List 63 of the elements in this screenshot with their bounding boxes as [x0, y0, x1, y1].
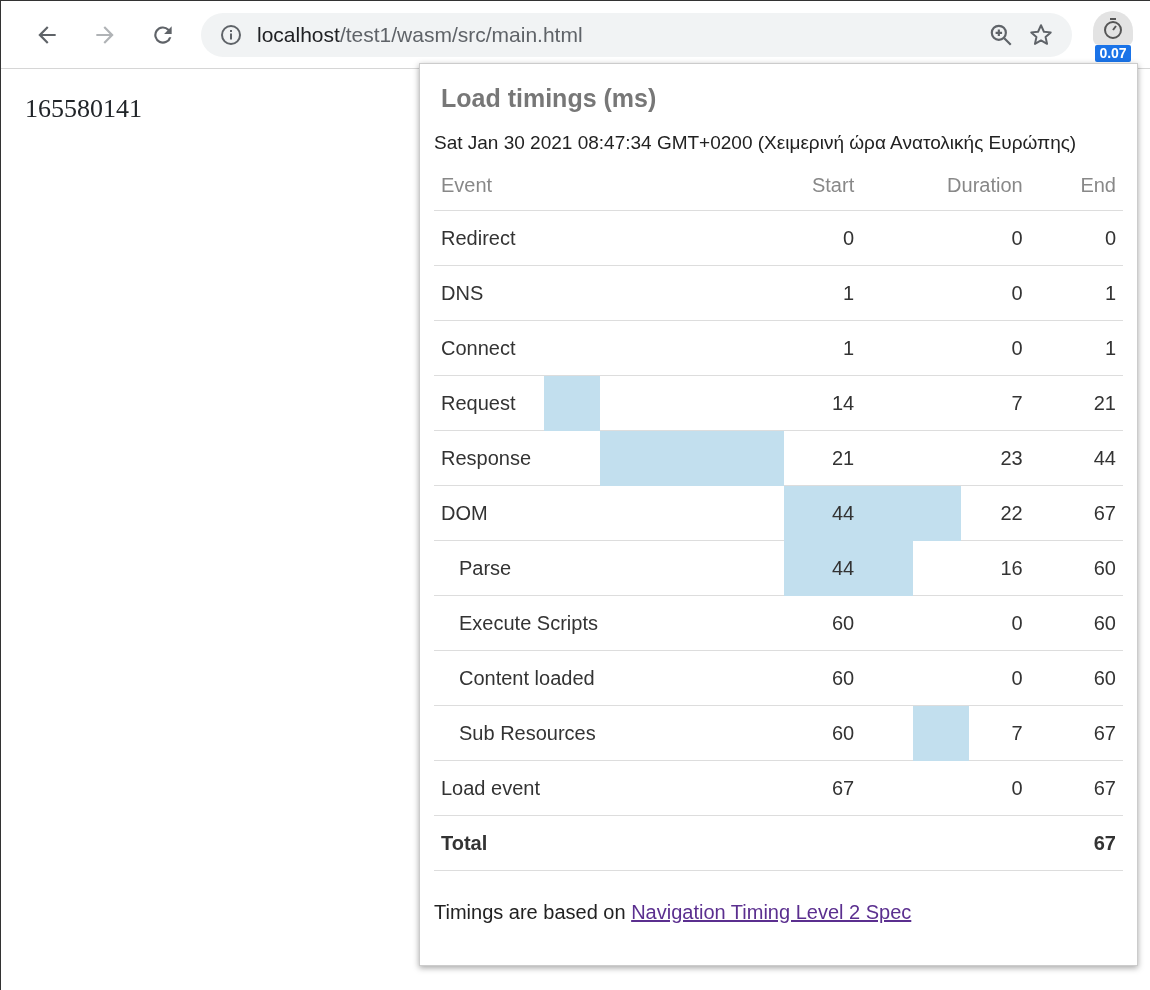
- table-cell: Content loaded: [459, 667, 595, 689]
- table-cell: Sub Resources: [459, 722, 596, 744]
- table-cell: 44: [1093, 447, 1116, 469]
- spec-link[interactable]: Navigation Timing Level 2 Spec: [631, 901, 912, 923]
- table-cell: 44: [831, 557, 855, 579]
- table-cell: 0: [1104, 227, 1116, 249]
- address-bar[interactable]: localhost/test1/wasm/src/main.html: [201, 12, 1072, 57]
- table-cell: 21: [831, 447, 855, 469]
- table-cell: 0: [1011, 337, 1023, 359]
- table-cell: 60: [831, 667, 855, 689]
- table-cell: 60: [1093, 667, 1116, 689]
- waterfall-bar: [912, 705, 969, 761]
- column-header: End: [1080, 174, 1116, 197]
- table-cell: 0: [1011, 227, 1023, 249]
- table-cell: 60: [1093, 557, 1116, 579]
- column-header: Duration: [947, 174, 1023, 197]
- table-cell: 23: [1000, 447, 1023, 469]
- table-cell: DNS: [441, 282, 484, 304]
- table-cell: DOM: [441, 502, 488, 524]
- table-cell: 67: [1093, 722, 1116, 744]
- table-cell: 7: [1011, 392, 1023, 414]
- column-header: Start: [811, 174, 855, 197]
- table-cell: 0: [1011, 612, 1023, 634]
- star-icon[interactable]: [1028, 21, 1054, 48]
- table-cell: Redirect: [441, 227, 516, 249]
- table-cell: 60: [831, 722, 855, 744]
- table-cell: 16: [1000, 557, 1023, 579]
- table-cell: 1: [843, 337, 855, 359]
- date-text: Sat Jan 30 2021 08:47:34 GMT+0200 (Χειμερινή ώρα Ανατολικής Ευρώπης): [434, 130, 1078, 155]
- table-cell: 21: [1093, 392, 1116, 414]
- table-cell: 0: [1011, 667, 1023, 689]
- table-cell: 60: [831, 612, 855, 634]
- extension-badge: 0.07: [1095, 45, 1131, 62]
- table-cell: Load event: [441, 777, 540, 799]
- page-text: 165580141: [25, 93, 142, 125]
- table-cell: 14: [831, 392, 855, 414]
- table-cell: 1: [843, 282, 855, 304]
- table-cell: 67: [1093, 777, 1116, 799]
- table-cell: 67: [831, 777, 855, 799]
- footer-text: Timings are based on Navigation Timing Level 2 Spec: [434, 900, 913, 925]
- table-cell: Connect: [441, 337, 516, 359]
- table-cell: 7: [1011, 722, 1023, 744]
- extension-button[interactable]: [1093, 11, 1133, 45]
- table-cell: Total: [441, 832, 488, 854]
- table-cell: 67: [1093, 502, 1116, 524]
- table-cell: Parse: [459, 557, 512, 579]
- column-header: Event: [441, 174, 493, 197]
- table-cell: Request: [441, 392, 516, 414]
- table-cell: 60: [1093, 612, 1116, 634]
- url-text: localhost/test1/wasm/src/main.html: [257, 21, 583, 48]
- table-cell: 0: [1011, 282, 1023, 304]
- table-cell: 44: [831, 502, 855, 524]
- table-cell: Execute Scripts: [459, 612, 598, 634]
- stopwatch-icon: [1101, 16, 1125, 40]
- popup-title: Load timings (ms): [441, 83, 657, 114]
- info-icon: [219, 22, 243, 47]
- table-cell: 67: [1093, 832, 1116, 854]
- table-cell: 0: [843, 227, 855, 249]
- table-cell: 1: [1104, 337, 1116, 359]
- table-cell: 1: [1104, 282, 1116, 304]
- table-cell: 0: [1011, 777, 1023, 799]
- table-cell: 22: [1000, 502, 1023, 524]
- table-cell: Response: [441, 447, 532, 469]
